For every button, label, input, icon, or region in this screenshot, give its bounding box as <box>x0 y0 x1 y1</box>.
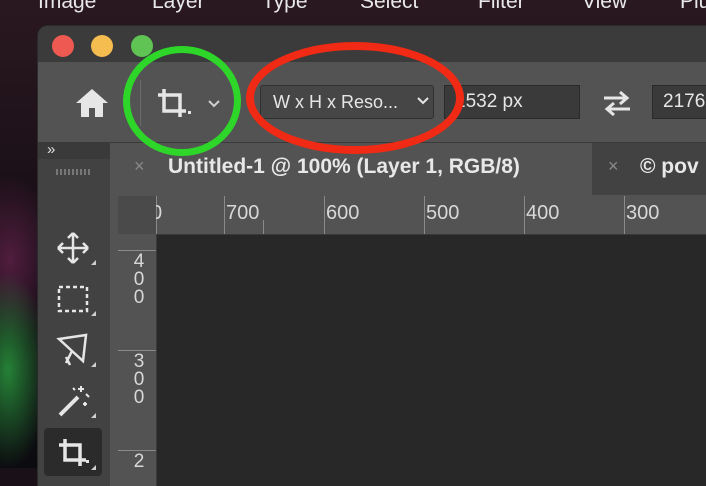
ruler-tick <box>263 220 264 234</box>
tool-flyout-marker <box>91 311 96 316</box>
marquee-tool[interactable] <box>44 274 102 322</box>
ruler-label: 400 <box>526 202 560 224</box>
tab-close-button[interactable]: × <box>608 156 619 177</box>
crop-icon <box>59 439 89 466</box>
crop-height-field[interactable]: 2176 <box>652 85 706 119</box>
horizontal-ruler: 0 700 600 500 400 300 <box>118 196 706 235</box>
tools-panel: » <box>38 141 110 486</box>
home-button[interactable] <box>72 85 112 121</box>
crop-height-value: 2176 <box>663 91 706 112</box>
menu-layer[interactable]: Layer <box>152 0 205 14</box>
ruler-origin[interactable] <box>118 196 156 234</box>
collapse-panel-button[interactable]: » <box>47 141 55 158</box>
panel-grip[interactable] <box>56 169 92 175</box>
menu-view[interactable]: View <box>582 0 627 14</box>
ruler-label: 2 <box>133 451 145 472</box>
document-canvas[interactable] <box>157 235 706 486</box>
ruler-tick <box>324 196 325 234</box>
move-tool[interactable] <box>44 223 102 271</box>
ruler-label: 0 <box>133 287 145 308</box>
menu-filter[interactable]: Filter <box>478 0 525 14</box>
tab-title: Untitled-1 @ 100% (Layer 1, RGB/8) <box>168 155 520 178</box>
red-highlight-circle <box>246 42 464 154</box>
window-close-button[interactable] <box>52 35 74 57</box>
move-icon <box>57 232 89 264</box>
menu-bar: Image Layer Type Select Filter View Plu <box>0 0 706 14</box>
ruler-label: 500 <box>426 202 460 224</box>
home-icon <box>76 89 108 117</box>
tab-close-button[interactable]: × <box>134 156 145 177</box>
ruler-tick <box>224 196 225 234</box>
ruler-label: 700 <box>226 202 260 224</box>
tab-second-document[interactable]: × © pov <box>594 143 706 195</box>
ruler-tick <box>624 196 625 234</box>
crop-width-field[interactable]: 1532 px <box>444 85 580 119</box>
ruler-tick <box>524 196 525 234</box>
menu-plugins[interactable]: Plu <box>680 0 706 14</box>
ruler-label: 600 <box>326 202 360 224</box>
ruler-label: 0 <box>133 387 145 408</box>
tool-flyout-marker <box>91 260 96 265</box>
swap-arrows-icon <box>604 90 630 117</box>
magic-wand-tool[interactable] <box>44 376 102 424</box>
ruler-label: 300 <box>626 202 660 224</box>
ruler-tick <box>424 196 425 234</box>
lasso-tool[interactable] <box>44 325 102 373</box>
swap-dimensions-button[interactable] <box>600 90 634 117</box>
menu-image[interactable]: Image <box>38 0 96 14</box>
marquee-icon <box>57 285 89 313</box>
magic-wand-icon <box>58 386 90 417</box>
tool-flyout-marker <box>91 413 96 418</box>
crop-width-value: 1532 px <box>455 91 523 112</box>
tab-title: © pov <box>640 155 699 178</box>
lasso-icon <box>56 333 88 366</box>
menu-select[interactable]: Select <box>360 0 418 14</box>
tools-panel-header: » <box>38 141 110 159</box>
vertical-ruler: 4 0 0 3 0 0 2 <box>118 234 157 486</box>
crop-tool[interactable] <box>44 428 102 476</box>
window-minimize-button[interactable] <box>91 35 113 57</box>
menu-type[interactable]: Type <box>262 0 308 14</box>
green-highlight-circle <box>123 46 241 156</box>
tool-flyout-marker <box>91 362 96 367</box>
